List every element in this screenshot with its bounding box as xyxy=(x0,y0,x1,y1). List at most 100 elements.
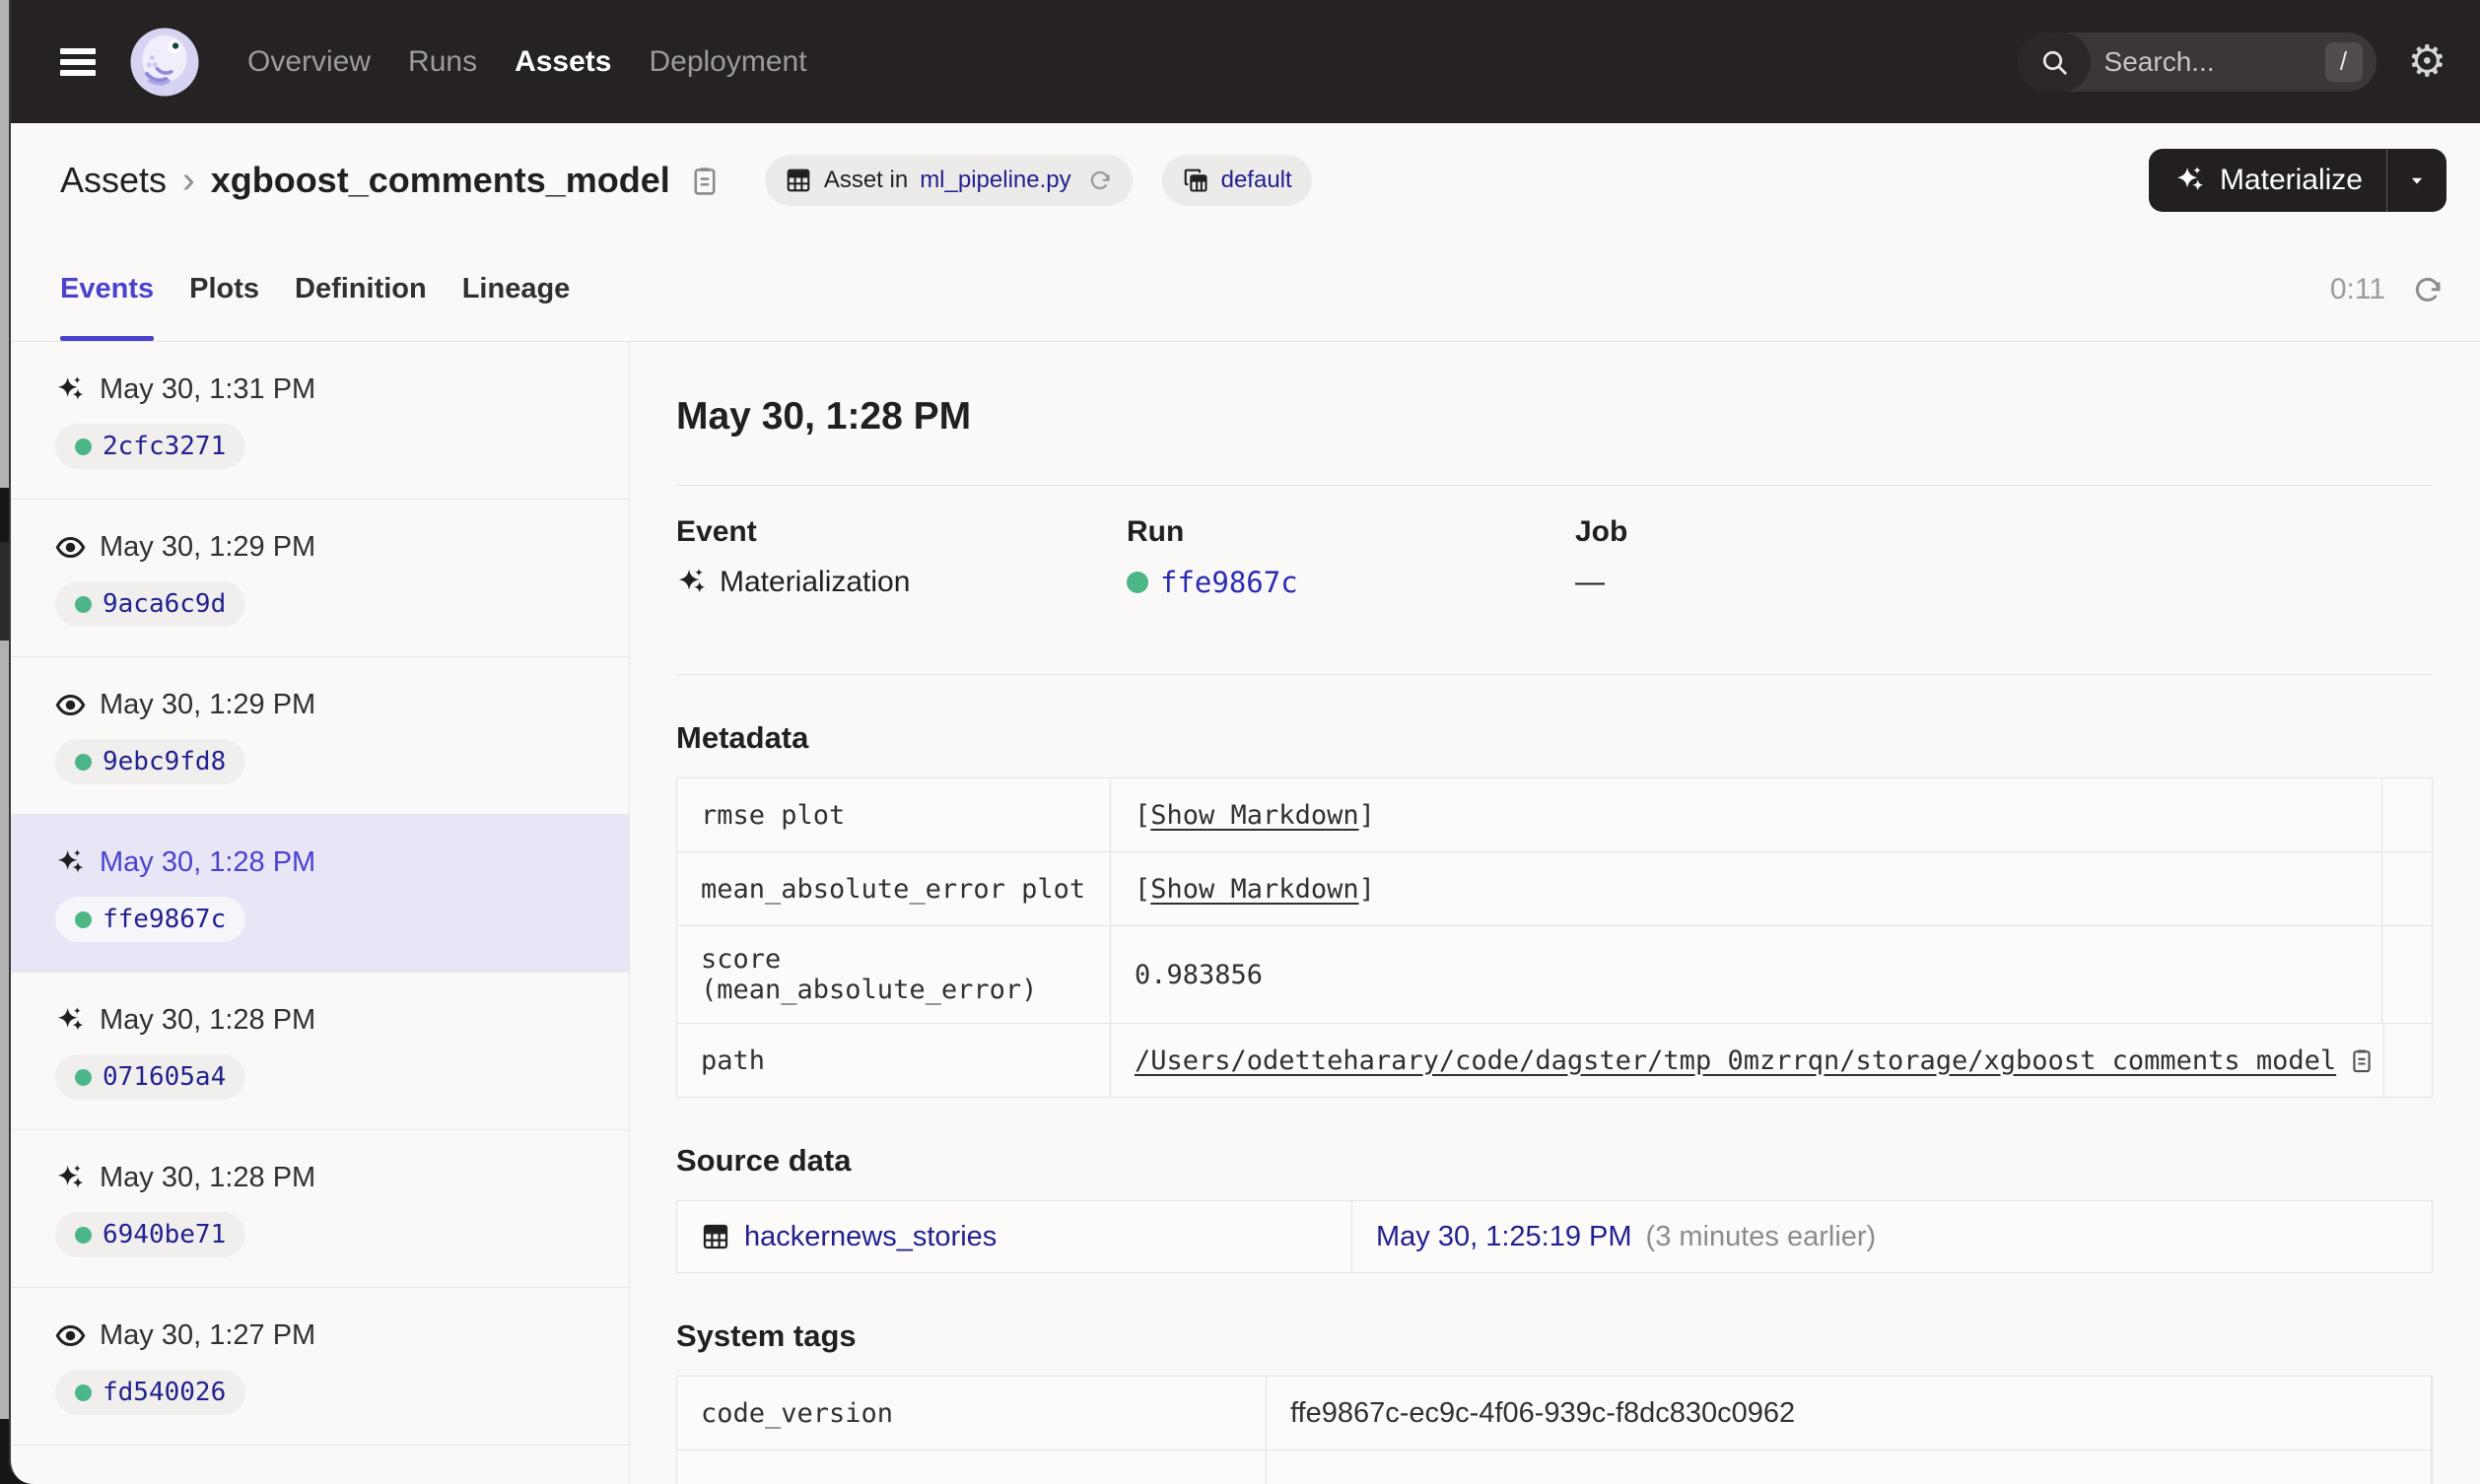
source-time-note: (3 minutes earlier) xyxy=(1645,1220,1877,1252)
settings-gear-icon[interactable]: ⚙ xyxy=(2408,39,2446,84)
app-window: Overview Runs Assets Deployment / ⚙ Assets … xyxy=(9,0,2480,1484)
run-tag[interactable]: 071605a4 xyxy=(55,1054,246,1100)
event-timestamp: May 30, 1:28 PM xyxy=(100,846,316,878)
event-detail-title: May 30, 1:28 PM xyxy=(676,395,972,438)
materialize-button[interactable]: Materialize xyxy=(2149,149,2386,212)
system-tag-row: code_version ffe9867c-ec9c-4f06-939c-f8dc… xyxy=(677,1377,2432,1450)
refresh-icon[interactable] xyxy=(2411,273,2445,306)
event-timestamp: May 30, 1:28 PM xyxy=(100,1004,316,1036)
materialize-dropdown-button[interactable] xyxy=(2387,149,2446,212)
event-item-071605a4[interactable]: May 30, 1:28 PM 071605a4 xyxy=(11,973,629,1130)
nav-item-deployment[interactable]: Deployment xyxy=(649,45,806,79)
nav-item-runs[interactable]: Runs xyxy=(408,45,477,79)
run-status-dot xyxy=(75,438,92,455)
menu-hamburger-button[interactable] xyxy=(60,47,96,76)
asset-table-icon xyxy=(701,1222,730,1251)
observation-eye-icon xyxy=(55,1320,86,1351)
event-item-2cfc3271[interactable]: May 30, 1:31 PM 2cfc3271 xyxy=(11,342,629,500)
run-status-dot xyxy=(75,595,92,613)
path-link[interactable]: /Users/odetteharary/code/dagster/tmp_0mz… xyxy=(1135,1046,2336,1076)
materialization-sparkle-icon xyxy=(55,847,86,878)
run-status-dot xyxy=(75,911,92,928)
run-status-dot xyxy=(75,753,92,771)
code-location-tag: Asset in ml_pipeline.py xyxy=(764,155,1133,206)
job-label: Job xyxy=(1575,515,1628,548)
search-icon xyxy=(2017,32,2091,92)
system-tags-table: code_version ffe9867c-ec9c-4f06-939c-f8dc… xyxy=(676,1376,2433,1484)
tabs: Events Plots Definition Lineage xyxy=(11,237,570,341)
run-tag[interactable]: 2cfc3271 xyxy=(55,424,246,469)
observation-eye-icon xyxy=(55,690,86,720)
run-tag[interactable]: fd540026 xyxy=(55,1370,246,1415)
metadata-table: rmse plot[Show Markdown] mean_absolute_er… xyxy=(676,777,2433,1098)
search-bar[interactable]: / xyxy=(2017,32,2377,92)
materialization-sparkle-icon xyxy=(55,1005,86,1036)
run-id-link[interactable]: 9aca6c9d xyxy=(103,589,226,619)
tab-plots[interactable]: Plots xyxy=(189,237,259,341)
desktop-background-strip xyxy=(0,0,9,1484)
nav-item-overview[interactable]: Overview xyxy=(247,45,371,79)
event-item-9aca6c9d[interactable]: May 30, 1:29 PM 9aca6c9d xyxy=(11,500,629,657)
code-location-file-link[interactable]: ml_pipeline.py xyxy=(920,167,1070,194)
run-id-link[interactable]: 071605a4 xyxy=(103,1062,226,1092)
event-item-ffe9867c[interactable]: May 30, 1:28 PM ffe9867c xyxy=(11,815,629,973)
content-area: May 30, 1:31 PM 2cfc3271 May 30, 1:29 PM 9a… xyxy=(11,342,2480,1484)
materialization-sparkle-icon xyxy=(55,1163,86,1193)
system-tag-value: ffe9867c-ec9c-4f06-939c-f8dc830c0962 xyxy=(1267,1377,2432,1450)
event-item-fd540026[interactable]: May 30, 1:27 PM fd540026 xyxy=(11,1288,629,1446)
run-link[interactable]: ffe9867c xyxy=(1160,566,1298,599)
dagster-logo-icon[interactable] xyxy=(129,27,200,98)
system-tag-row-partial xyxy=(677,1450,2432,1484)
breadcrumb-assets-link[interactable]: Assets xyxy=(60,160,167,201)
event-item-6940be71[interactable]: May 30, 1:28 PM 6940be71 xyxy=(11,1130,629,1288)
metadata-value: /Users/odetteharary/code/dagster/tmp_0mz… xyxy=(1111,1024,2385,1097)
run-tag[interactable]: 6940be71 xyxy=(55,1212,246,1257)
source-timestamp-link[interactable]: May 30, 1:25:19 PM xyxy=(1376,1221,1632,1253)
run-id-link[interactable]: 6940be71 xyxy=(103,1220,226,1249)
metadata-extra-cell xyxy=(2382,926,2432,1023)
run-id-link[interactable]: 2cfc3271 xyxy=(103,432,226,461)
run-tag[interactable]: 9ebc9fd8 xyxy=(55,739,246,784)
show-markdown-link[interactable]: Show Markdown xyxy=(1150,800,1358,831)
metadata-row: path/Users/odetteharary/code/dagster/tmp… xyxy=(677,1024,2432,1097)
tab-lineage[interactable]: Lineage xyxy=(462,237,571,341)
top-nav: Overview Runs Assets Deployment / ⚙ xyxy=(11,0,2480,123)
metadata-value: [Show Markdown] xyxy=(1111,778,2382,851)
metadata-key: rmse plot xyxy=(677,778,1111,851)
tabs-bar: Events Plots Definition Lineage 0:11 xyxy=(11,237,2480,342)
copy-asset-name-icon[interactable] xyxy=(688,164,722,197)
source-asset-link[interactable]: hackernews_stories xyxy=(744,1221,997,1253)
materialize-label: Materialize xyxy=(2219,164,2363,196)
reload-code-location-icon[interactable] xyxy=(1087,168,1113,193)
event-item-9ebc9fd8[interactable]: May 30, 1:29 PM 9ebc9fd8 xyxy=(11,657,629,815)
metadata-key: mean_absolute_error plot xyxy=(677,852,1111,925)
metadata-extra-cell xyxy=(2382,852,2432,925)
show-markdown-link[interactable]: Show Markdown xyxy=(1150,874,1358,905)
refresh-countdown: 0:11 xyxy=(2329,272,2385,305)
run-tag[interactable]: 9aca6c9d xyxy=(55,581,246,627)
breadcrumb-separator-icon: › xyxy=(182,159,195,201)
event-timestamp: May 30, 1:28 PM xyxy=(100,1162,316,1193)
run-id-link[interactable]: 9ebc9fd8 xyxy=(103,747,226,776)
run-id-link[interactable]: fd540026 xyxy=(103,1378,226,1407)
repository-link[interactable]: default xyxy=(1221,167,1292,194)
metadata-key: path xyxy=(677,1024,1111,1097)
search-input[interactable] xyxy=(2090,44,2284,79)
nav-item-assets[interactable]: Assets xyxy=(515,45,611,79)
repository-tag: default xyxy=(1161,155,1312,206)
copy-path-icon[interactable] xyxy=(2348,1046,2376,1074)
divider xyxy=(676,674,2433,675)
event-timestamp: May 30, 1:29 PM xyxy=(100,689,316,720)
divider xyxy=(676,485,2433,486)
run-status-dot xyxy=(1127,572,1148,593)
run-id-link[interactable]: ffe9867c xyxy=(103,905,226,934)
sparkles-icon xyxy=(2174,165,2206,196)
event-label: Event xyxy=(676,515,757,548)
metadata-key: score (mean_absolute_error) xyxy=(677,926,1111,1023)
materialization-sparkle-icon xyxy=(676,567,708,598)
metadata-extra-cell xyxy=(2384,1024,2434,1097)
tab-events[interactable]: Events xyxy=(60,237,155,341)
tab-definition[interactable]: Definition xyxy=(295,237,427,341)
run-tag[interactable]: ffe9867c xyxy=(55,897,246,942)
source-time-cell: May 30, 1:25:19 PM (3 minutes earlier) xyxy=(1352,1201,2432,1272)
